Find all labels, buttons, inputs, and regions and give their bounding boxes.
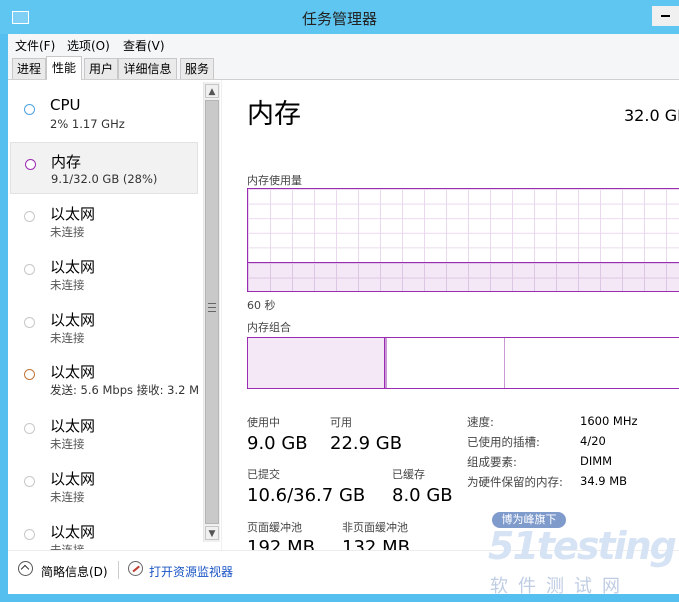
sidebar-item-label: CPU <box>50 96 81 114</box>
in-use-label: 使用中 <box>247 416 280 429</box>
sidebar-item-ethernet[interactable]: 以太网 未连接 <box>10 195 198 247</box>
scroll-up-icon[interactable]: ▲ <box>205 84 219 98</box>
menu-view[interactable]: 查看(V) <box>123 37 165 54</box>
tab-users[interactable]: 用户 <box>84 58 118 79</box>
sidebar-item-ethernet[interactable]: 以太网 未连接 <box>10 248 198 300</box>
composition-label: 内存组合 <box>247 321 291 334</box>
form-factor-label: 组成要素: <box>467 455 517 469</box>
sidebar-item-label: 以太网 <box>50 417 96 435</box>
nonpaged-pool-label: 非页面缓冲池 <box>342 521 408 534</box>
committed-label: 已提交 <box>247 468 280 481</box>
memory-detail-pane: 内存 32.0 GB 内存使用量 60 秒 内存组合 使用中 9.0 GB 可用… <box>222 80 679 558</box>
hardware-reserved-label: 为硬件保留的内存: <box>467 475 563 489</box>
menu-bar: 文件(F) 选项(O) 查看(V) <box>8 34 679 54</box>
tab-services[interactable]: 服务 <box>180 58 214 79</box>
resource-monitor-icon[interactable] <box>128 561 143 576</box>
composition-in-use <box>248 338 385 388</box>
sidebar-item-label: 以太网 <box>50 363 96 381</box>
sidebar-item-label: 以太网 <box>50 311 96 329</box>
sidebar-item-cpu[interactable]: CPU 2% 1.17 GHz <box>10 88 198 140</box>
minimize-button[interactable] <box>652 6 679 26</box>
speed-label: 速度: <box>467 415 494 429</box>
memory-usage-fill <box>248 262 679 291</box>
chevron-up-icon <box>20 564 30 574</box>
sidebar-item-sub: 未连接 <box>50 278 85 292</box>
sidebar-item-sub: 未连接 <box>50 437 85 451</box>
sidebar-scrollbar[interactable]: ▲ ▼ <box>203 82 220 542</box>
slots-used-value: 4/20 <box>580 434 606 448</box>
scrollbar-thumb[interactable] <box>205 100 219 524</box>
menu-options[interactable]: 选项(O) <box>67 37 110 54</box>
minimize-icon <box>661 15 670 17</box>
footer-bar: 简略信息(D) 打开资源监视器 <box>8 550 679 594</box>
sidebar-item-label: 以太网 <box>50 523 96 541</box>
resource-list: CPU 2% 1.17 GHz 内存 9.1/32.0 GB (28%) 以太网… <box>8 80 220 550</box>
sidebar-item-ethernet[interactable]: 以太网 未连接 <box>10 460 198 512</box>
sidebar-item-sub: 9.1/32.0 GB (28%) <box>51 172 158 186</box>
sidebar-item-sub: 2% 1.17 GHz <box>50 117 125 131</box>
footer-separator <box>118 561 119 579</box>
title-bar: 任务管理器 <box>0 0 679 34</box>
sidebar-item-ethernet[interactable]: 以太网 未连接 <box>10 301 198 353</box>
in-use-value: 9.0 GB <box>247 433 308 454</box>
window-title: 任务管理器 <box>301 10 377 28</box>
menu-file[interactable]: 文件(F) <box>15 37 55 54</box>
sidebar-item-ethernet[interactable]: 以太网 未连接 <box>10 407 198 459</box>
hardware-reserved-value: 34.9 MB <box>580 474 628 488</box>
scroll-down-icon[interactable]: ▼ <box>205 526 219 540</box>
sidebar-item-ethernet[interactable]: 以太网 未连接 <box>10 513 198 550</box>
composition-standby <box>504 338 505 388</box>
tab-details[interactable]: 详细信息 <box>118 58 177 79</box>
ethernet-indicator-icon <box>24 476 35 487</box>
ethernet-indicator-icon <box>24 264 35 275</box>
page-title: 内存 <box>247 99 301 130</box>
memory-usage-graph <box>247 188 679 292</box>
sidebar-item-sub: 发送: 5.6 Mbps 接收: 3.2 M <box>50 383 200 397</box>
memory-total: 32.0 GB <box>624 106 679 125</box>
tab-processes[interactable]: 进程 <box>12 58 46 79</box>
sidebar-item-ethernet-active[interactable]: 以太网 发送: 5.6 Mbps 接收: 3.2 M <box>10 353 200 405</box>
form-factor-value: DIMM <box>580 454 613 468</box>
sidebar-item-sub: 未连接 <box>50 331 85 345</box>
memory-indicator-icon <box>25 159 36 170</box>
sidebar-item-memory[interactable]: 内存 9.1/32.0 GB (28%) <box>10 142 198 194</box>
sidebar-item-label: 以太网 <box>50 258 96 276</box>
fewer-details-button[interactable] <box>18 561 33 576</box>
sidebar-item-label: 以太网 <box>50 470 96 488</box>
usage-graph-label: 内存使用量 <box>247 174 302 187</box>
speed-value: 1600 MHz <box>580 414 638 428</box>
window-client: 文件(F) 选项(O) 查看(V) 进程 性能 用户 详细信息 服务 CPU 2… <box>8 34 679 594</box>
cached-value: 8.0 GB <box>392 485 453 506</box>
sidebar-item-sub: 未连接 <box>50 225 85 239</box>
ethernet-indicator-icon <box>24 423 35 434</box>
composition-modified <box>385 338 387 388</box>
committed-value: 10.6/36.7 GB <box>247 485 366 506</box>
paged-pool-label: 页面缓冲池 <box>247 521 302 534</box>
open-resource-monitor-link[interactable]: 打开资源监视器 <box>149 563 233 580</box>
cpu-indicator-icon <box>24 104 35 115</box>
slots-used-label: 已使用的插槽: <box>467 435 540 449</box>
available-value: 22.9 GB <box>330 433 403 454</box>
cached-label: 已缓存 <box>392 468 425 481</box>
sidebar-item-label: 内存 <box>51 153 82 171</box>
memory-composition-bar <box>247 337 679 389</box>
tab-bar: 进程 性能 用户 详细信息 服务 <box>8 54 679 80</box>
ethernet-indicator-icon <box>24 317 35 328</box>
ethernet-indicator-icon <box>24 369 35 380</box>
tab-performance[interactable]: 性能 <box>46 56 82 80</box>
sidebar-item-sub: 未连接 <box>50 490 85 504</box>
sidebar-item-label: 以太网 <box>50 205 96 223</box>
ethernet-indicator-icon <box>24 529 35 540</box>
grip-icon <box>208 303 216 312</box>
available-label: 可用 <box>330 416 352 429</box>
sidebar-item-sub: 未连接 <box>50 543 85 550</box>
fewer-details-link[interactable]: 简略信息(D) <box>41 563 108 580</box>
ethernet-indicator-icon <box>24 211 35 222</box>
time-span-label: 60 秒 <box>247 299 276 312</box>
